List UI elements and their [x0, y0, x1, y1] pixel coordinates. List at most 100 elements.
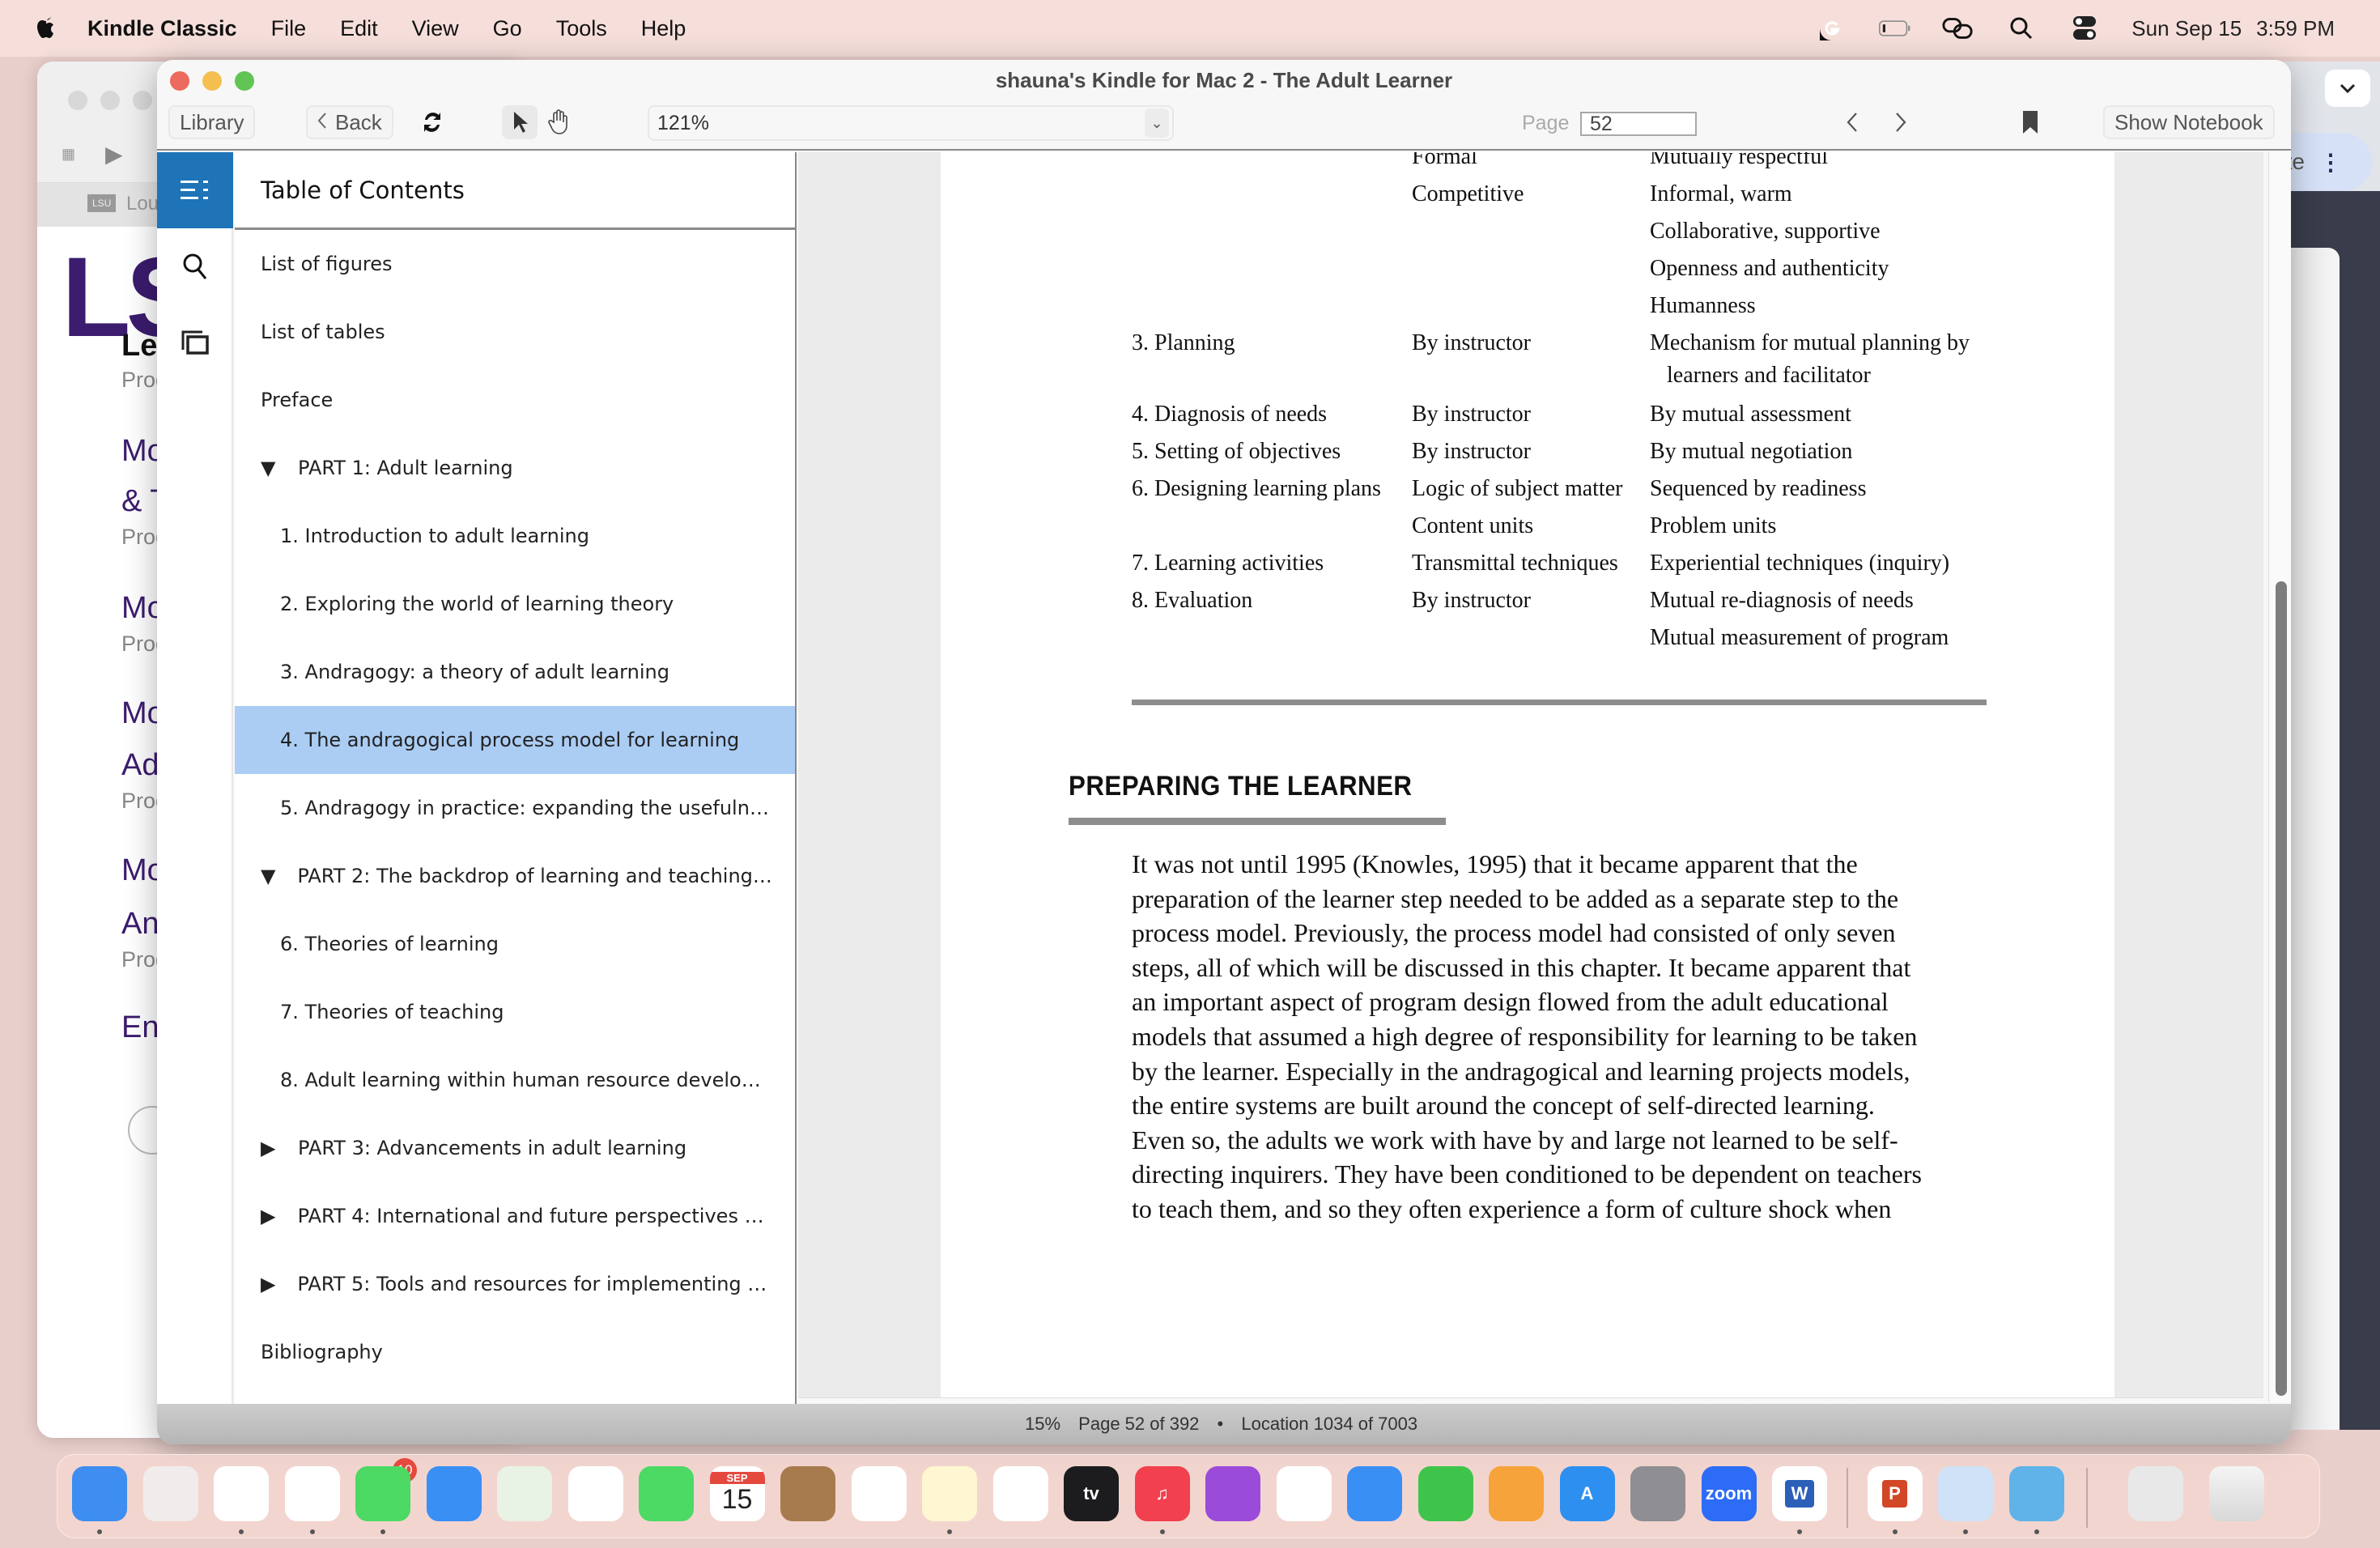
toc-item[interactable]: 3. Andragogy: a theory of adult learning	[235, 638, 795, 706]
freeform-icon[interactable]	[992, 1466, 1048, 1521]
back-button[interactable]: Back	[306, 105, 393, 139]
toc-item[interactable]: ▶ PART 4: International and future perspe…	[235, 1182, 795, 1250]
next-page-button[interactable]	[1883, 105, 1919, 139]
book-page[interactable]: Formal Mutually respectful Competitive Info…	[941, 152, 2114, 1397]
reminders-icon[interactable]	[851, 1466, 907, 1521]
toc-item[interactable]: ▶ PART 5: Tools and resources for impleme…	[235, 1250, 795, 1318]
battery-icon[interactable]	[1879, 15, 1911, 42]
background-link[interactable]: An	[121, 907, 159, 942]
podcasts-icon[interactable]	[1205, 1466, 1260, 1521]
zoom-level-select[interactable]: 121% ⌄	[648, 105, 1174, 141]
finder-icon[interactable]	[72, 1466, 127, 1521]
sidebar-grid-icon[interactable]: ▦	[62, 146, 75, 163]
toc-item[interactable]: 8. Adult learning within human resource …	[235, 1046, 795, 1114]
facetime-icon[interactable]	[639, 1466, 694, 1521]
mail-icon[interactable]	[426, 1466, 482, 1521]
app-store-icon[interactable]: A	[1559, 1466, 1615, 1521]
menu-go[interactable]: Go	[493, 16, 522, 41]
chevron-down-icon[interactable]	[2325, 70, 2370, 107]
more-options-icon[interactable]: ⋮	[2319, 149, 2342, 176]
news-icon[interactable]	[1276, 1466, 1332, 1521]
reading-progress-track[interactable]	[798, 1397, 2263, 1399]
flashcards-tab[interactable]	[157, 304, 233, 381]
play-icon[interactable]: ▶	[105, 141, 123, 168]
contacts-icon[interactable]	[780, 1466, 835, 1521]
system-settings-icon[interactable]	[1630, 1466, 1685, 1521]
menu-view[interactable]: View	[412, 16, 459, 41]
pages-icon[interactable]	[1489, 1466, 1544, 1521]
messages-icon[interactable]	[355, 1466, 410, 1521]
disclosure-expanded-icon[interactable]: ▼	[261, 457, 298, 479]
library-button[interactable]: Library	[168, 105, 256, 139]
menubar-date[interactable]: Sun Sep 15	[2131, 16, 2242, 41]
previous-page-button[interactable]	[1834, 105, 1870, 139]
table-cell: Mechanism for mutual planning by	[1650, 330, 1970, 355]
calendar-icon[interactable]: SEP 15	[709, 1466, 765, 1521]
trash-icon[interactable]	[2209, 1466, 2264, 1521]
table-cell: Competitive	[1412, 181, 1524, 206]
screen-mirroring-icon[interactable]	[1942, 15, 1974, 42]
toc-item[interactable]: List of figures	[235, 230, 795, 298]
toc-item[interactable]: ▼ PART 2: The backdrop of learning and te…	[235, 842, 795, 910]
recent-documents-stack-icon[interactable]	[2128, 1466, 2183, 1521]
toc-item[interactable]: 6. Theories of learning	[235, 910, 795, 978]
chrome-icon[interactable]	[284, 1466, 340, 1521]
hand-tool-button[interactable]	[541, 105, 576, 139]
toc-item[interactable]: ▼ PART 1: Adult learning	[235, 434, 795, 502]
keynote-icon[interactable]	[1347, 1466, 1402, 1521]
search-tab[interactable]	[157, 228, 233, 304]
reader-area[interactable]: Formal Mutually respectful Competitive Info…	[798, 152, 2263, 1399]
disclosure-collapsed-icon[interactable]: ▶	[261, 1273, 297, 1295]
menubar-time[interactable]: 3:59 PM	[2256, 16, 2335, 41]
disclosure-collapsed-icon[interactable]: ▶	[261, 1137, 298, 1159]
minimize-button-inactive[interactable]	[100, 91, 120, 110]
disclosure-expanded-icon[interactable]: ▼	[261, 865, 297, 887]
background-link[interactable]: En	[121, 1010, 159, 1045]
paragraph-line: preparation of the learner step needed t…	[1132, 883, 1899, 913]
toc-item[interactable]: ▶ PART 3: Advancements in adult learning	[235, 1114, 795, 1182]
notes-icon[interactable]	[922, 1466, 977, 1521]
zoom-button-inactive[interactable]	[133, 91, 152, 110]
vertical-scrollbar-thumb[interactable]	[2276, 581, 2287, 1396]
disclosure-collapsed-icon[interactable]: ▶	[261, 1205, 298, 1227]
select-tool-button[interactable]	[502, 105, 538, 139]
apple-menu-icon[interactable]	[32, 13, 60, 44]
table-of-contents-tab[interactable]	[157, 152, 233, 228]
menu-edit[interactable]: Edit	[340, 16, 378, 41]
safari-icon[interactable]	[214, 1466, 269, 1521]
sync-button[interactable]	[414, 105, 450, 139]
toc-item[interactable]: 4. The andragogical process model for le…	[235, 706, 795, 774]
vertical-scrollbar[interactable]	[2268, 152, 2291, 1402]
music-icon[interactable]: ♫	[1134, 1466, 1190, 1521]
grammarly-icon[interactable]	[1816, 15, 1848, 42]
toc-item[interactable]: 7. Theories of teaching	[235, 978, 795, 1046]
launchpad-icon[interactable]	[142, 1466, 198, 1521]
toc-item[interactable]: 1. Introduction to adult learning	[235, 502, 795, 570]
page-number-input[interactable]	[1580, 112, 1697, 136]
spotlight-search-icon[interactable]	[2005, 15, 2038, 42]
control-center-icon[interactable]	[2068, 15, 2101, 42]
menu-tools[interactable]: Tools	[556, 16, 607, 41]
toc-item[interactable]: Bibliography	[235, 1318, 795, 1386]
toc-item[interactable]: 2. Exploring the world of learning theor…	[235, 570, 795, 638]
bookmark-button[interactable]	[2012, 105, 2048, 139]
kindle-icon[interactable]	[2008, 1466, 2064, 1521]
preview-icon[interactable]	[1938, 1466, 1993, 1521]
menu-file[interactable]: File	[271, 16, 307, 41]
powerpoint-icon[interactable]: P	[1867, 1466, 1923, 1521]
toc-item[interactable]: 5. Andragogy in practice: expanding the …	[235, 774, 795, 842]
toc-item[interactable]: List of tables	[235, 298, 795, 366]
close-button-inactive[interactable]	[68, 91, 87, 110]
word-icon[interactable]: W	[1772, 1466, 1827, 1521]
menu-help[interactable]: Help	[641, 16, 686, 41]
photos-icon[interactable]	[567, 1466, 623, 1521]
toc-item[interactable]: Preface	[235, 366, 795, 434]
maps-icon[interactable]	[497, 1466, 552, 1521]
zoom-icon[interactable]: zoom	[1701, 1466, 1757, 1521]
show-notebook-button[interactable]: Show Notebook	[2103, 105, 2275, 139]
background-link[interactable]: Ad	[121, 748, 159, 783]
apple-tv-icon[interactable]: tv	[1064, 1466, 1119, 1521]
background-link[interactable]: Le	[121, 329, 157, 364]
app-menu-kindle-classic[interactable]: Kindle Classic	[87, 16, 237, 41]
numbers-icon[interactable]	[1417, 1466, 1473, 1521]
